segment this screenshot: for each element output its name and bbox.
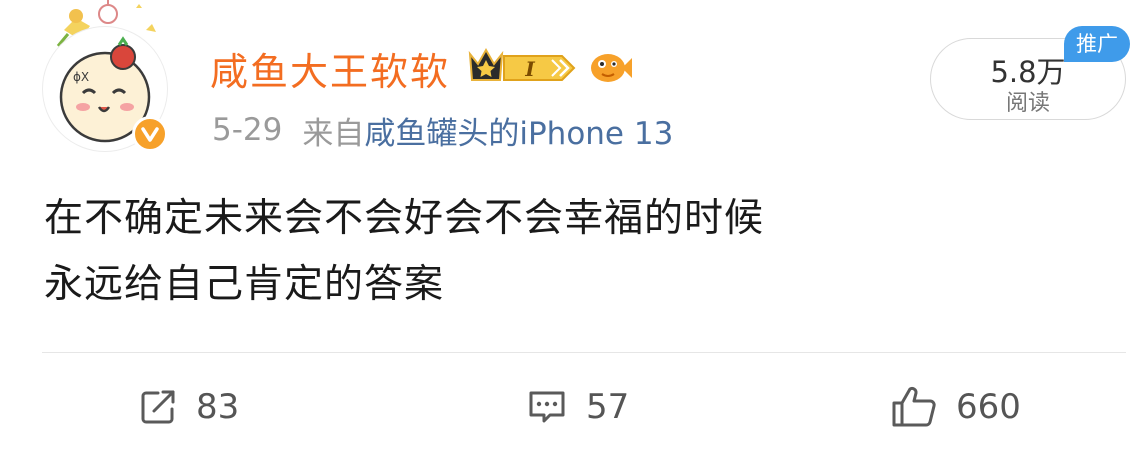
post-content[interactable]: 在不确定未来会不会好会不会幸福的时候 永远给自己肯定的答案 — [44, 186, 1104, 318]
like-button[interactable]: 660 — [890, 380, 1021, 434]
vip-crown-icon: I — [468, 47, 576, 81]
thumbs-up-icon — [892, 386, 936, 427]
comment-button[interactable]: 57 — [526, 380, 629, 434]
read-label: 阅读 — [1005, 91, 1050, 116]
repost-button[interactable]: 83 — [138, 380, 239, 434]
post-source-link[interactable]: 咸鱼罐头的iPhone 13 — [364, 108, 673, 153]
vip-crown-badge[interactable]: I — [464, 46, 580, 90]
like-count: 660 — [956, 387, 1021, 427]
member-fish-badge[interactable] — [586, 46, 634, 90]
user-name-row: 咸鱼大王软软 I — [210, 40, 634, 96]
divider — [42, 352, 1126, 353]
svg-text:I: I — [524, 57, 535, 81]
username[interactable]: 咸鱼大王软软 — [210, 41, 450, 96]
repost-icon — [141, 390, 175, 424]
post-date: 5-29 — [212, 112, 283, 148]
comment-icon — [529, 391, 565, 423]
post-content-line: 在不确定未来会不会好会不会幸福的时候 — [44, 196, 765, 241]
avatar-container[interactable]: ɸX — [42, 0, 174, 152]
verified-badge-icon — [132, 116, 168, 152]
repost-count: 83 — [196, 387, 240, 427]
from-label: 来自 — [302, 115, 365, 152]
promo-tag[interactable]: 推广 — [1064, 26, 1130, 62]
weibo-post-card: ɸX 咸鱼大王软软 I 5-29 来自 咸鱼罐头的iPhone 13 5.8万 … — [0, 0, 1142, 459]
post-content-line: 永远给自己肯定的答案 — [44, 262, 445, 307]
comment-count: 57 — [586, 387, 630, 427]
svg-text:ɸX: ɸX — [73, 70, 89, 84]
fish-icon — [591, 54, 633, 82]
post-meta: 5-29 来自 咸鱼罐头的iPhone 13 — [212, 108, 673, 152]
